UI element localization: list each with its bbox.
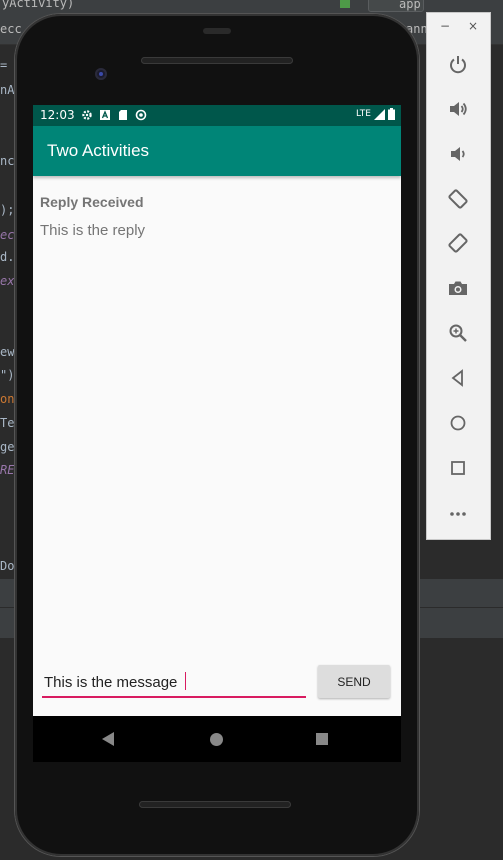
sd-card-icon xyxy=(119,110,127,120)
code-line: Te xyxy=(0,416,15,430)
nav-home-icon[interactable] xyxy=(210,733,223,746)
code-line: = xyxy=(0,58,8,72)
overview-icon[interactable] xyxy=(447,457,469,479)
code-line: ); xyxy=(0,203,15,217)
app-title: Two Activities xyxy=(47,141,150,160)
app-bar: Two Activities xyxy=(33,126,401,176)
status-icons xyxy=(81,109,147,121)
code-line: on xyxy=(0,392,15,406)
front-camera xyxy=(95,68,107,80)
top-speaker xyxy=(141,57,293,64)
send-button[interactable]: SEND xyxy=(318,665,390,698)
panel-minimize-button[interactable]: − xyxy=(440,20,450,32)
zoom-icon[interactable] xyxy=(447,322,469,344)
battery-icon xyxy=(388,108,395,120)
nav-bar xyxy=(33,716,401,762)
code-line: nA xyxy=(0,83,15,97)
camera-icon[interactable] xyxy=(447,277,469,299)
emulator-side-panel: − × xyxy=(426,12,491,540)
reply-text: This is the reply xyxy=(40,222,146,239)
rotate-right-icon[interactable] xyxy=(447,232,469,254)
network-type: LTE xyxy=(356,109,371,119)
sync-icon xyxy=(135,109,147,121)
phone-frame: 12:03 LTE Two Activities Reply Received … xyxy=(15,14,419,856)
a-icon xyxy=(100,110,110,120)
nav-back-icon[interactable] xyxy=(102,732,114,746)
code-line: d. xyxy=(0,250,15,264)
volume-up-icon[interactable] xyxy=(447,98,469,120)
bottom-speaker xyxy=(139,801,291,808)
home-icon[interactable] xyxy=(447,412,469,434)
settings-icon xyxy=(82,110,92,120)
more-icon[interactable] xyxy=(447,503,469,525)
run-config-dropdown[interactable]: app xyxy=(368,0,424,12)
back-icon[interactable] xyxy=(447,367,469,389)
signal-icon xyxy=(374,108,385,120)
volume-down-icon[interactable] xyxy=(447,143,469,165)
ide-title-text: yActivity) xyxy=(2,0,75,10)
panel-close-button[interactable]: × xyxy=(468,20,478,32)
status-right: LTE xyxy=(356,108,395,120)
code-line: nc xyxy=(0,154,15,168)
reply-header: Reply Received xyxy=(40,194,144,210)
ear-piece xyxy=(203,28,231,34)
message-input[interactable] xyxy=(42,670,306,698)
code-line: ") xyxy=(0,368,15,382)
power-icon[interactable] xyxy=(447,53,469,75)
ide-tab-left[interactable]: ecc xyxy=(0,22,22,36)
code-line: ec xyxy=(0,228,15,242)
device-screen: 12:03 LTE Two Activities Reply Received … xyxy=(33,105,401,716)
nav-recents-icon[interactable] xyxy=(316,733,328,745)
run-icon[interactable] xyxy=(340,0,350,8)
status-time: 12:03 xyxy=(40,108,75,122)
rotate-left-icon[interactable] xyxy=(447,188,469,210)
status-bar: 12:03 LTE xyxy=(33,105,401,126)
text-caret xyxy=(185,672,186,690)
